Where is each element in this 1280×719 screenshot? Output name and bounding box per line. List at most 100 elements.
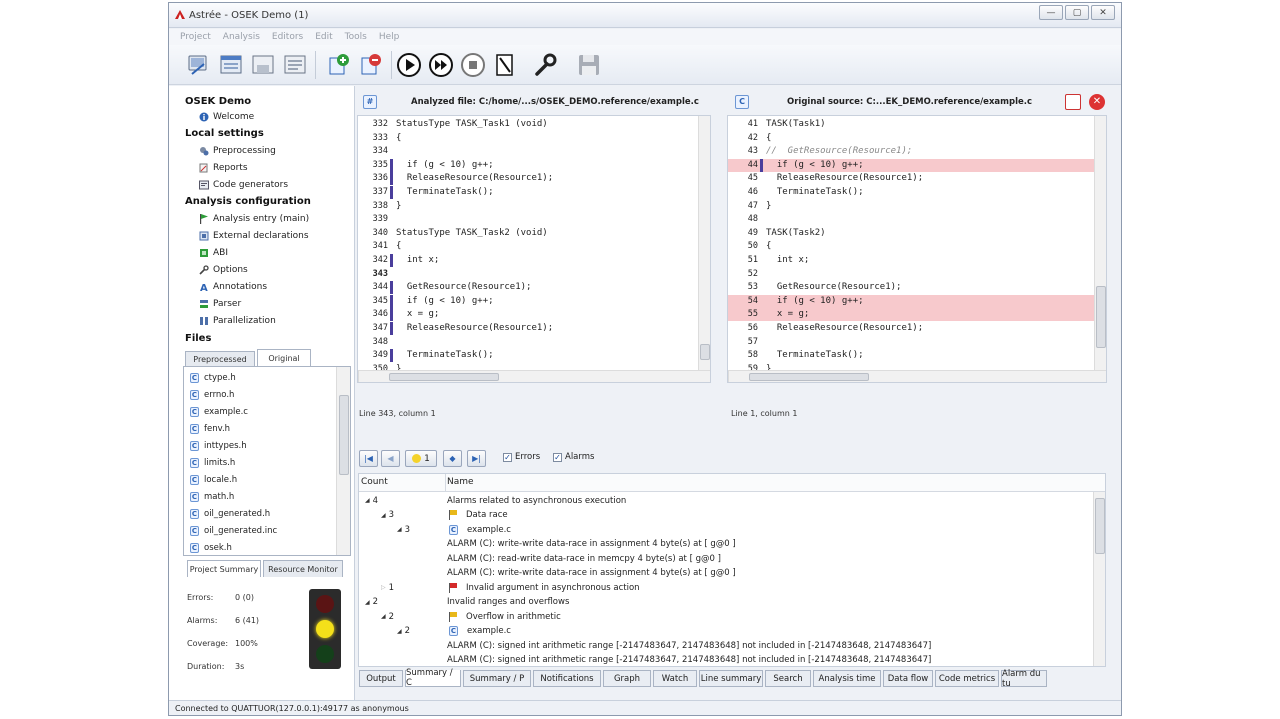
code-line[interactable]: 47}	[728, 200, 1094, 213]
file-item-osek-h[interactable]: Cosek.h	[190, 541, 232, 555]
save-project-button[interactable]	[249, 51, 277, 79]
tab-watch[interactable]: Watch	[653, 670, 697, 687]
tab-preprocessed[interactable]: Preprocessed	[185, 351, 255, 367]
code-line[interactable]: 48	[728, 213, 1094, 226]
code-vertical-scrollbar[interactable]	[698, 116, 710, 370]
expand-arrow-icon[interactable]: ◢	[365, 599, 370, 606]
continue-analysis-button[interactable]	[427, 51, 455, 79]
menu-tools[interactable]: Tools	[345, 32, 367, 42]
errors-filter-checkbox[interactable]: ✓ Errors	[503, 452, 540, 462]
code-line[interactable]: 345 if (g < 10) g++;	[358, 294, 698, 308]
sidebar-item-analysis-entry[interactable]: Analysis entry (main)	[199, 212, 309, 226]
file-item-inttypes-h[interactable]: Cinttypes.h	[190, 439, 247, 453]
file-item-limits-h[interactable]: Climits.h	[190, 456, 235, 470]
sidebar-item-welcome[interactable]: Welcome	[199, 110, 254, 124]
start-analysis-button[interactable]	[395, 51, 423, 79]
code-line[interactable]: 45 ReleaseResource(Resource1);	[728, 172, 1094, 185]
tab-analysis-time[interactable]: Analysis time	[813, 670, 881, 687]
collapsed-arrow-icon[interactable]: ▷	[381, 584, 386, 591]
alarm-tree-count[interactable]: ▷ 1	[381, 581, 394, 594]
code-line[interactable]: 340 StatusType TASK_Task2 (void)	[358, 227, 698, 240]
code-horizontal-scrollbar[interactable]	[358, 370, 710, 382]
tab-graph[interactable]: Graph	[603, 670, 651, 687]
code-line[interactable]: 41 TASK(Task1)	[728, 118, 1094, 131]
sidebar-item-parser[interactable]: Parser	[199, 297, 241, 311]
tab-summary-c[interactable]: Summary / C	[405, 668, 461, 688]
code-line[interactable]: 347 ReleaseResource(Resource1);	[358, 322, 698, 335]
tab-code-metrics[interactable]: Code metrics	[935, 670, 999, 687]
file-item-ctype-h[interactable]: Cctype.h	[190, 371, 236, 385]
code-line[interactable]: 52	[728, 268, 1094, 281]
scrollbar-thumb[interactable]	[1096, 286, 1106, 348]
tab-output[interactable]: Output	[359, 670, 403, 687]
report-window-button[interactable]	[281, 51, 309, 79]
maximize-button[interactable]: ▢	[1065, 5, 1089, 20]
sidebar-item-external-declarations[interactable]: External declarations	[199, 229, 309, 243]
tab-line-summary[interactable]: Line summary	[699, 670, 763, 687]
scrollbar-thumb[interactable]	[1095, 498, 1105, 554]
code-line[interactable]: 349 TerminateTask();	[358, 349, 698, 363]
sidebar-item-abi[interactable]: ABI	[199, 246, 228, 260]
code-line[interactable]: 44 if (g < 10) g++;	[728, 158, 1094, 172]
first-alarm-button[interactable]: |◀	[359, 450, 378, 467]
expand-arrow-icon[interactable]: ◢	[381, 613, 386, 620]
code-line[interactable]: 50 {	[728, 240, 1094, 253]
code-vertical-scrollbar[interactable]	[1094, 116, 1106, 370]
alarm-counter-button[interactable]: 1	[405, 450, 437, 467]
code-line[interactable]: 46 TerminateTask();	[728, 186, 1094, 199]
code-line[interactable]: 58 TerminateTask();	[728, 349, 1094, 362]
code-line[interactable]: 346 x = g;	[358, 308, 698, 322]
code-line[interactable]: 342 int x;	[358, 254, 698, 267]
alarm-tree-row[interactable]: Invalid ranges and overflows	[447, 596, 569, 609]
expand-arrow-icon[interactable]: ◢	[397, 526, 402, 533]
code-line[interactable]: 335 if (g < 10) g++;	[358, 158, 698, 172]
alarm-tree-row[interactable]: ALARM (C): write-write data-race in assi…	[447, 567, 736, 580]
tab-resource-monitor[interactable]: Resource Monitor	[263, 560, 343, 577]
save-button[interactable]	[575, 51, 603, 79]
file-item-oil-generated-inc[interactable]: Coil_generated.inc	[190, 524, 277, 538]
alarm-tree-row[interactable]: Invalid argument in asynchronous action	[449, 581, 640, 594]
code-line[interactable]: 334	[358, 145, 698, 158]
sidebar-item-annotations[interactable]: A Annotations	[199, 280, 267, 294]
alarm-tree-row[interactable]: Cexample.c	[449, 625, 511, 638]
file-list-scrollbar[interactable]	[336, 367, 350, 555]
tab-data-flow[interactable]: Data flow	[883, 670, 933, 687]
sidebar-item-reports[interactable]: Reports	[199, 161, 248, 175]
scrollbar-thumb[interactable]	[339, 395, 349, 475]
scrollbar-thumb[interactable]	[749, 373, 869, 381]
code-line[interactable]: 344 GetResource(Resource1);	[358, 281, 698, 295]
alarm-tree-row[interactable]: ALARM (C): read-write data-race in memcp…	[447, 552, 721, 565]
file-item-math-h[interactable]: Cmath.h	[190, 490, 234, 504]
alarm-tree-count[interactable]: ◢ 3	[381, 509, 394, 522]
tab-original[interactable]: Original	[257, 349, 311, 367]
menu-help[interactable]: Help	[379, 32, 400, 42]
sidebar-item-code-generators[interactable]: Code generators	[199, 178, 288, 192]
code-line[interactable]: 348	[358, 336, 698, 349]
code-line[interactable]: 336 ReleaseResource(Resource1);	[358, 172, 698, 186]
analyzed-code-editor[interactable]: 332 StatusType TASK_Task1 (void) 333{334 33…	[357, 115, 711, 383]
expand-arrow-icon[interactable]: ◢	[381, 512, 386, 519]
code-line[interactable]: 333 {	[358, 132, 698, 145]
menu-editors[interactable]: Editors	[272, 32, 303, 42]
column-count-header[interactable]: Count	[361, 477, 388, 487]
file-item-oil-generated-h[interactable]: Coil_generated.h	[190, 507, 270, 521]
alarm-tree-row[interactable]: Overflow in arithmetic	[449, 610, 561, 623]
expand-arrow-icon[interactable]: ◢	[397, 628, 402, 635]
last-alarm-button[interactable]: ▶|	[467, 450, 486, 467]
menu-analysis[interactable]: Analysis	[223, 32, 260, 42]
file-item-errno-h[interactable]: Cerrno.h	[190, 388, 234, 402]
alarm-tree-scrollbar[interactable]	[1093, 492, 1105, 666]
code-line[interactable]: 339	[358, 213, 698, 226]
scrollbar-thumb[interactable]	[700, 344, 710, 360]
file-item-fenv-h[interactable]: Cfenv.h	[190, 422, 230, 436]
code-line[interactable]: 343	[358, 268, 698, 281]
new-analysis-button[interactable]	[325, 51, 353, 79]
code-line[interactable]: 51 int x;	[728, 254, 1094, 267]
scrollbar-thumb[interactable]	[389, 373, 499, 381]
alarm-tree-count[interactable]: ◢ 2	[381, 610, 394, 623]
code-line[interactable]: 54 if (g < 10) g++;	[728, 294, 1094, 308]
settings-button[interactable]	[531, 51, 559, 79]
code-line[interactable]: 341 {	[358, 240, 698, 253]
alarm-tree-count[interactable]: ◢ 3	[397, 523, 410, 536]
tab-summary-p[interactable]: Summary / P	[463, 670, 531, 687]
